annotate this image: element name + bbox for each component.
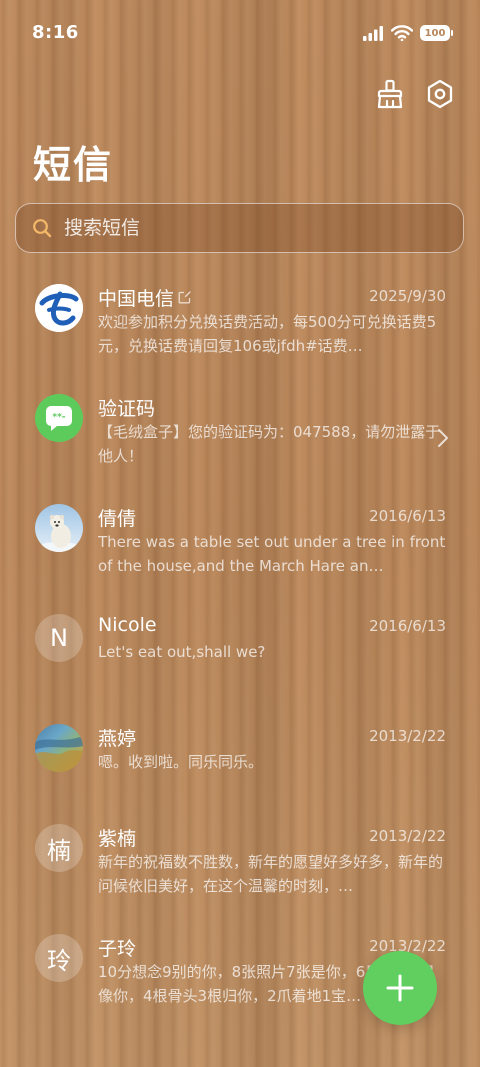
- clean-button[interactable]: [374, 78, 406, 110]
- conversation-name: 紫楠: [98, 828, 137, 850]
- conversation-snippet: 欢迎参加积分兑换话费活动，每500分可兑换话费5元，兑换话费请回复106或jfd…: [98, 313, 437, 355]
- conversation-snippet: 【毛绒盒子】您的验证码为：047588，请勿泄露于他人！: [98, 423, 441, 465]
- conversation-name: 中国电信: [98, 284, 191, 311]
- polar-bear-photo-avatar: [35, 504, 83, 552]
- conversation-item-nicole[interactable]: N Nicole 2016/6/13 Let's eat out,shall w…: [0, 602, 480, 712]
- conversation-snippet: 新年的祝福数不胜数，新年的愿望好多好多，新年的问候依旧美好，在这个温馨的时刻，…: [98, 853, 444, 895]
- conversation-name: Nicole: [98, 614, 157, 636]
- conversation-name: 燕婷: [98, 728, 137, 750]
- search-input[interactable]: [62, 216, 426, 240]
- letter-avatar: N: [35, 614, 83, 662]
- conversation-snippet: 嗯。收到啦。同乐同乐。: [98, 753, 264, 771]
- external-link-icon: [178, 291, 191, 304]
- search-bar[interactable]: [15, 203, 464, 253]
- letter-avatar: 楠: [35, 824, 83, 872]
- status-bar: 8:16 100: [0, 0, 480, 68]
- conversation-date: 2016/6/13: [369, 617, 446, 635]
- landscape-photo-avatar: [35, 724, 83, 772]
- wifi-icon: [391, 25, 413, 41]
- plus-icon: [386, 974, 414, 1002]
- cellular-signal-icon: [363, 26, 383, 41]
- conversation-date: 2016/6/13: [369, 507, 446, 525]
- conversation-item-yanting[interactable]: 燕婷 2013/2/22 嗯。收到啦。同乐同乐。: [0, 712, 480, 812]
- conversation-name: 倩倩: [98, 508, 137, 530]
- settings-hexagon-icon: [427, 79, 453, 109]
- conversation-item-qianqian[interactable]: 倩倩 2016/6/13 There was a table set out u…: [0, 492, 480, 602]
- new-message-button[interactable]: [363, 951, 437, 1025]
- status-icons: 100: [362, 22, 453, 44]
- settings-button[interactable]: [424, 78, 456, 110]
- conversation-name: 验证码: [98, 398, 156, 420]
- conversation-snippet: Let's eat out,shall we?: [98, 643, 266, 661]
- conversation-date: 2025/9/30: [369, 287, 446, 305]
- brush-clean-icon: [377, 79, 403, 109]
- conversation-item-zinan[interactable]: 楠 紫楠 2013/2/22 新年的祝福数不胜数，新年的愿望好多好多，新年的问候…: [0, 812, 480, 922]
- battery-level: 100: [424, 27, 446, 39]
- letter-avatar: 玲: [35, 934, 83, 982]
- conversation-item-verification-code[interactable]: **- 验证码 【毛绒盒子】您的验证码为：047588，请勿泄露于他人！: [0, 382, 480, 492]
- search-icon: [32, 218, 52, 238]
- page-title: 短信: [33, 143, 114, 187]
- conversation-item-china-telecom[interactable]: 中国电信 2025/9/30 欢迎参加积分兑换话费活动，每500分可兑换话费5元…: [0, 272, 480, 382]
- conversation-snippet: There was a table set out under a tree i…: [98, 533, 446, 575]
- status-time: 8:16: [32, 22, 79, 43]
- conversation-list: 中国电信 2025/9/30 欢迎参加积分兑换话费活动，每500分可兑换话费5元…: [0, 272, 480, 1032]
- top-actions: [374, 78, 456, 110]
- conversation-date: 2013/2/22: [369, 827, 446, 845]
- conversation-date: 2013/2/22: [369, 727, 446, 745]
- sms-bubble-icon: **-: [35, 394, 83, 442]
- svg-text:**-: **-: [52, 413, 65, 423]
- chevron-right-icon: [438, 429, 448, 447]
- conversation-name: 子玲: [98, 938, 137, 960]
- battery-icon: 100: [420, 25, 453, 41]
- china-telecom-logo-avatar: [35, 284, 83, 332]
